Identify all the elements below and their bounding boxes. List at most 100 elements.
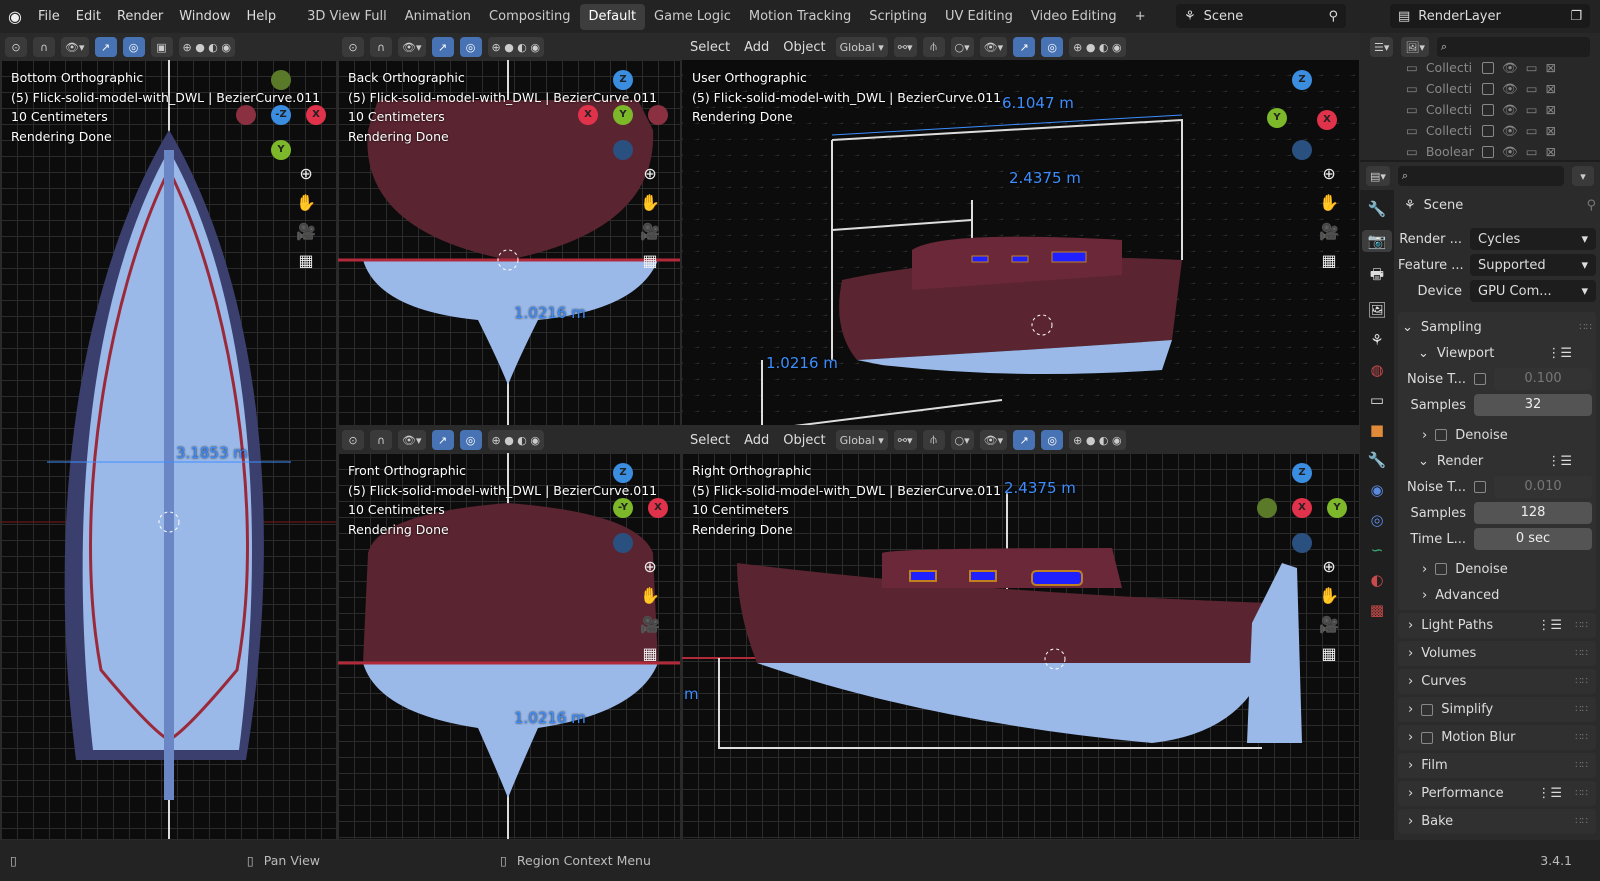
outliner-search[interactable]: ⌕ — [1436, 37, 1590, 57]
motion-blur-checkbox[interactable] — [1421, 731, 1434, 744]
panel-film[interactable]: › Film ∷∷ — [1398, 753, 1596, 778]
noise-threshold-checkbox[interactable] — [1474, 481, 1486, 493]
zoom-icon[interactable]: ⊕ — [1322, 164, 1335, 183]
gizmo-y[interactable]: -Y — [613, 498, 633, 518]
camera-icon[interactable]: 🎥 — [640, 615, 660, 634]
camera-icon[interactable]: 🎥 — [640, 222, 660, 241]
noise-threshold-field[interactable]: 0.010 — [1494, 476, 1592, 498]
denoise-subpanel[interactable]: › Denoise — [1402, 422, 1592, 448]
tab-scripting[interactable]: Scripting — [860, 4, 936, 30]
gizmo-toggle[interactable]: ↗ — [431, 37, 454, 57]
exclude-checkbox[interactable] — [1481, 103, 1494, 116]
gizmo-y[interactable]: Y — [1327, 498, 1347, 518]
shading-modes[interactable]: ⊕ ● ◐ ◉ — [1069, 37, 1126, 57]
gizmo-y[interactable]: Y — [1267, 108, 1287, 128]
panel-simplify[interactable]: › Simplify ∷∷ — [1398, 697, 1596, 722]
view-menu-button[interactable]: ⊙ — [342, 430, 364, 450]
transform-orientation[interactable]: Global ▾ — [835, 37, 888, 57]
eye-icon[interactable]: 👁 — [1502, 81, 1518, 97]
navigation-gizmo[interactable]: Z Y X — [1267, 70, 1357, 160]
tab-default[interactable]: Default — [579, 3, 646, 30]
noise-threshold-checkbox[interactable] — [1474, 373, 1486, 385]
render-icon[interactable]: ⊠ — [1546, 144, 1556, 159]
visibility-icon[interactable]: 👁▾ — [979, 37, 1008, 57]
zoom-icon[interactable]: ⊕ — [643, 164, 656, 183]
viewport-user[interactable]: Select Add Object Global ▾ ⚯▾ ⫛ ○▾ 👁▾ ↗ ◎ ⊕… — [681, 33, 1360, 426]
gizmo-toggle[interactable]: ↗ — [1013, 430, 1036, 450]
shading-modes[interactable]: ⊕ ● ◐ ◉ — [487, 430, 545, 450]
render-tab-icon[interactable]: 📷 — [1361, 230, 1393, 252]
gizmo-z[interactable]: Z — [1292, 70, 1312, 90]
presets-icon[interactable]: ⋮☰ — [1537, 618, 1562, 633]
menu-add[interactable]: Add — [740, 433, 773, 448]
visibility-icon[interactable]: 👁▾ — [61, 37, 89, 57]
denoise-subpanel[interactable]: › Denoise — [1402, 556, 1592, 582]
monitor-icon[interactable]: ▭ — [1526, 123, 1538, 138]
render-icon[interactable]: ⊠ — [1546, 123, 1556, 138]
presets-icon[interactable]: ⋮☰ — [1547, 346, 1572, 361]
gizmo-z[interactable]: -Z — [271, 105, 291, 125]
drag-grip-icon[interactable]: ∷∷ — [1575, 816, 1588, 827]
menu-add[interactable]: Add — [740, 40, 773, 55]
time-limit-field[interactable]: 0 sec — [1474, 528, 1592, 550]
gizmo-x[interactable]: X — [1317, 110, 1337, 130]
pin-icon[interactable]: ⚲ — [1586, 198, 1596, 213]
drag-grip-icon[interactable]: ∷∷ — [1575, 620, 1588, 631]
viewport-bottom[interactable]: ⊙ ∩ 👁▾ ↗ ◎ ▣ ⊕ ● ◐ ◉ Bottom Orthographic (5… — [0, 33, 337, 840]
modifier-tab-icon[interactable]: 🔧 — [1368, 451, 1387, 469]
noise-threshold-field[interactable]: 0.100 — [1494, 368, 1592, 390]
panel-volumes[interactable]: › Volumes ∷∷ — [1398, 641, 1596, 666]
shading-modes[interactable]: ⊕ ● ◐ ◉ — [178, 37, 236, 57]
curve-icon[interactable]: ∩ — [370, 430, 392, 450]
options-dropdown[interactable]: ▾ — [1572, 166, 1594, 186]
exclude-checkbox[interactable] — [1481, 61, 1494, 74]
exclude-checkbox[interactable] — [1481, 124, 1494, 137]
menu-object[interactable]: Object — [779, 40, 829, 55]
copy-icon[interactable]: ❐ — [1570, 9, 1582, 24]
output-tab-icon[interactable]: 🖶 — [1370, 264, 1384, 289]
curve-icon[interactable]: ∩ — [370, 37, 392, 57]
drag-grip-icon[interactable]: ∷∷ — [1575, 648, 1588, 659]
pivot-icon[interactable]: ⚯▾ — [893, 37, 917, 57]
shading-modes[interactable]: ⊕ ● ◐ ◉ — [487, 37, 545, 57]
menu-file[interactable]: File — [30, 9, 68, 24]
grid-ortho-icon[interactable]: ▦ — [1321, 644, 1336, 663]
gizmo-x[interactable]: X — [648, 498, 668, 518]
drag-grip-icon[interactable]: ∷∷ — [1575, 704, 1588, 715]
collection-tab-icon[interactable]: ▭ — [1370, 391, 1384, 409]
render-subpanel[interactable]: ⌄ Render ⋮☰ — [1402, 448, 1592, 474]
zoom-icon[interactable]: ⊕ — [299, 164, 312, 183]
presets-icon[interactable]: ⋮☰ — [1547, 454, 1572, 469]
tab-uv-editing[interactable]: UV Editing — [936, 4, 1022, 30]
monitor-icon[interactable]: ▭ — [1526, 144, 1538, 159]
object-tab-icon[interactable]: ■ — [1370, 421, 1384, 439]
viewport-right[interactable]: Select Add Object Global ▾ ⚯▾ ⫛ ○▾ 👁▾ ↗ ◎ ⊕… — [681, 426, 1360, 840]
viewport-samples-field[interactable]: 32 — [1474, 394, 1592, 416]
advanced-subpanel[interactable]: › Advanced — [1402, 582, 1592, 608]
monitor-icon[interactable]: ▭ — [1526, 81, 1538, 96]
eye-icon[interactable]: 👁 — [1502, 60, 1518, 76]
proportional-icon[interactable]: ○▾ — [950, 430, 974, 450]
sampling-header[interactable]: ⌄ Sampling ∷∷ — [1402, 314, 1592, 340]
eye-icon[interactable]: 👁 — [1502, 123, 1518, 139]
zoom-icon[interactable]: ⊕ — [643, 557, 656, 576]
outliner-row[interactable]: ▭ Collecti 👁 ▭ ⊠ — [1360, 99, 1600, 120]
outliner-row[interactable]: ▭ Collecti 👁 ▭ ⊠ — [1360, 78, 1600, 99]
scene-selector[interactable]: ⚘ Scene ⚲ — [1176, 4, 1346, 28]
view-menu-button[interactable]: ⊙ — [5, 37, 27, 57]
gizmo-x[interactable]: X — [306, 105, 326, 125]
panel-motion-blur[interactable]: › Motion Blur ∷∷ — [1398, 725, 1596, 750]
tab-animation[interactable]: Animation — [396, 4, 480, 30]
overlay-toggle[interactable]: ◎ — [1041, 37, 1064, 57]
grid-ortho-icon[interactable]: ▦ — [642, 251, 657, 270]
camera-icon[interactable]: 🎥 — [1319, 222, 1339, 241]
monitor-icon[interactable]: ▭ — [1526, 60, 1538, 75]
physics-tab-icon[interactable]: ◎ — [1370, 511, 1383, 529]
camera-icon[interactable]: 🎥 — [1319, 615, 1339, 634]
visibility-icon[interactable]: 👁▾ — [398, 430, 426, 450]
blender-logo-icon[interactable]: ◉ — [0, 7, 30, 26]
proportional-icon[interactable]: ○▾ — [950, 37, 974, 57]
overlay-toggle[interactable]: ◎ — [1041, 430, 1064, 450]
filter-icon[interactable]: 🖼▾ — [1401, 37, 1429, 57]
tab-compositing[interactable]: Compositing — [480, 4, 580, 30]
